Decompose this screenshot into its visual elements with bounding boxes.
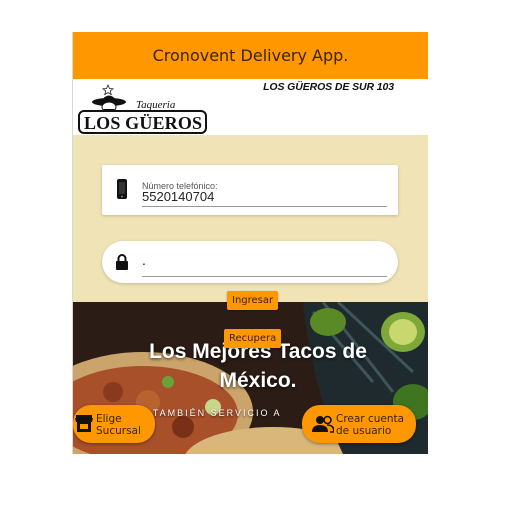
create-account-line2: de usuario [336, 425, 392, 437]
login-button[interactable]: Ingresar [227, 291, 279, 310]
los-gueros-logo: Taqueria LOS GÜEROS [78, 84, 207, 134]
hero-subtitle: A TAMBIÉN SERVICIO A [141, 408, 282, 418]
recover-button[interactable]: Recupera [224, 329, 282, 348]
phone-input[interactable]: 5520140704 [142, 189, 387, 207]
logo-name-text: LOS GÜEROS [84, 113, 202, 133]
choose-branch-line1: Elige [96, 413, 122, 425]
lock-icon [116, 254, 128, 270]
choose-branch-label: Elige Sucursal [96, 413, 141, 437]
create-account-line1: Crear cuenta [336, 413, 405, 425]
logo-script-text: Taqueria [136, 99, 176, 111]
choose-branch-line2: Sucursal [96, 425, 141, 437]
branch-name: LOS GÜEROS DE SUR 103 [263, 81, 394, 93]
password-field[interactable]: . [102, 241, 398, 283]
password-input[interactable]: . [142, 252, 387, 277]
users-icon [312, 415, 334, 433]
phone-field[interactable]: Número telefónico: 5520140704 [102, 165, 398, 215]
app-title: Cronovent Delivery App. [152, 46, 349, 65]
hero-title-line2: México. [219, 369, 297, 392]
app-title-bar: Cronovent Delivery App. [73, 32, 428, 79]
store-icon [75, 415, 93, 432]
create-account-label: Crear cuenta de usuario [336, 413, 404, 437]
restaurant-header: Taqueria LOS GÜEROS LOS GÜEROS DE SUR 10… [73, 79, 428, 135]
choose-branch-button[interactable]: Elige Sucursal [73, 405, 155, 443]
create-account-button[interactable]: Crear cuenta de usuario [302, 405, 416, 443]
phone-icon [117, 179, 127, 199]
app-window: Cronovent Delivery App. Taqueria LOS GÜE… [72, 32, 428, 454]
